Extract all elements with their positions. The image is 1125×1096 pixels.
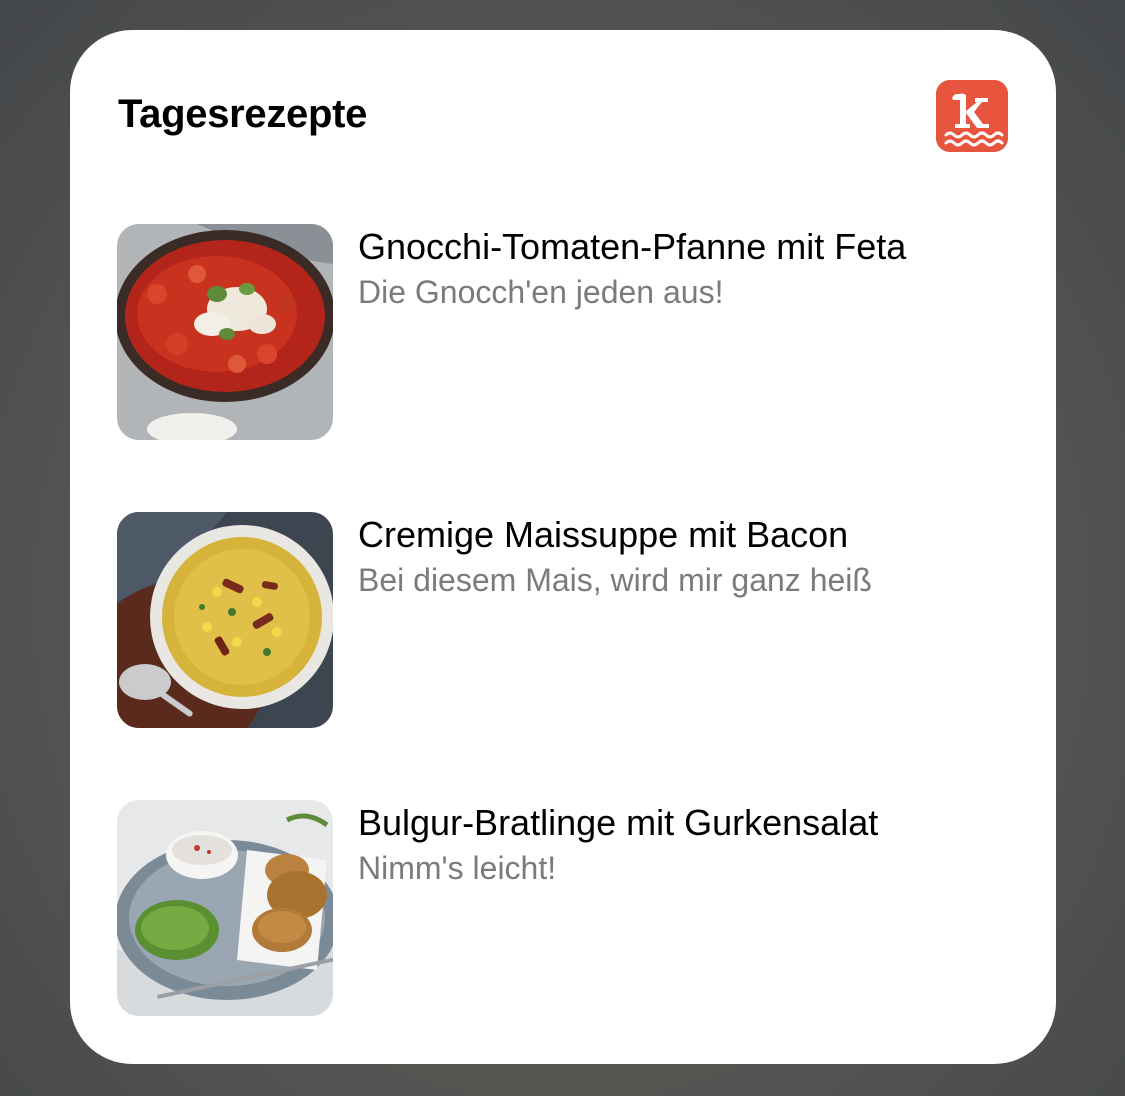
recipe-item-gnocchi[interactable]: Gnocchi-Tomaten-Pfanne mit Feta Die Gnoc…: [117, 224, 997, 440]
corn-soup-bowl-image[interactable]: [117, 512, 333, 728]
recipes-widget[interactable]: Tagesrezepte Gnocchi-Tomaten-Pfanne mit …: [70, 30, 1056, 1064]
gnocchi-tomato-pan-image[interactable]: [117, 224, 333, 440]
recipe-text: Cremige Maissuppe mit Bacon Bei diesem M…: [358, 512, 988, 602]
widget-title: Tagesrezepte: [118, 92, 368, 136]
recipe-subtitle: Nimm's leicht!: [358, 850, 557, 886]
recipe-title: Gnocchi-Tomaten-Pfanne mit Feta: [358, 226, 907, 267]
recipe-item-corn-soup[interactable]: Cremige Maissuppe mit Bacon Bei diesem M…: [117, 512, 997, 728]
recipe-subtitle: Die Gnocch'en jeden aus!: [358, 274, 724, 310]
recipe-title: Cremige Maissuppe mit Bacon: [358, 514, 849, 555]
bulgur-patties-plate-image[interactable]: [117, 800, 333, 1016]
recipe-text: Gnocchi-Tomaten-Pfanne mit Feta Die Gnoc…: [358, 224, 988, 314]
recipe-text: Bulgur-Bratlinge mit Gurkensalat Nimm's …: [358, 800, 988, 890]
recipe-item-bulgur[interactable]: Bulgur-Bratlinge mit Gurkensalat Nimm's …: [117, 800, 997, 1016]
recipe-subtitle: Bei diesem Mais, wird mir ganz heiß: [358, 562, 872, 598]
recipe-title: Bulgur-Bratlinge mit Gurkensalat: [358, 802, 879, 843]
kitchen-stories-logo-icon[interactable]: [936, 80, 1008, 152]
